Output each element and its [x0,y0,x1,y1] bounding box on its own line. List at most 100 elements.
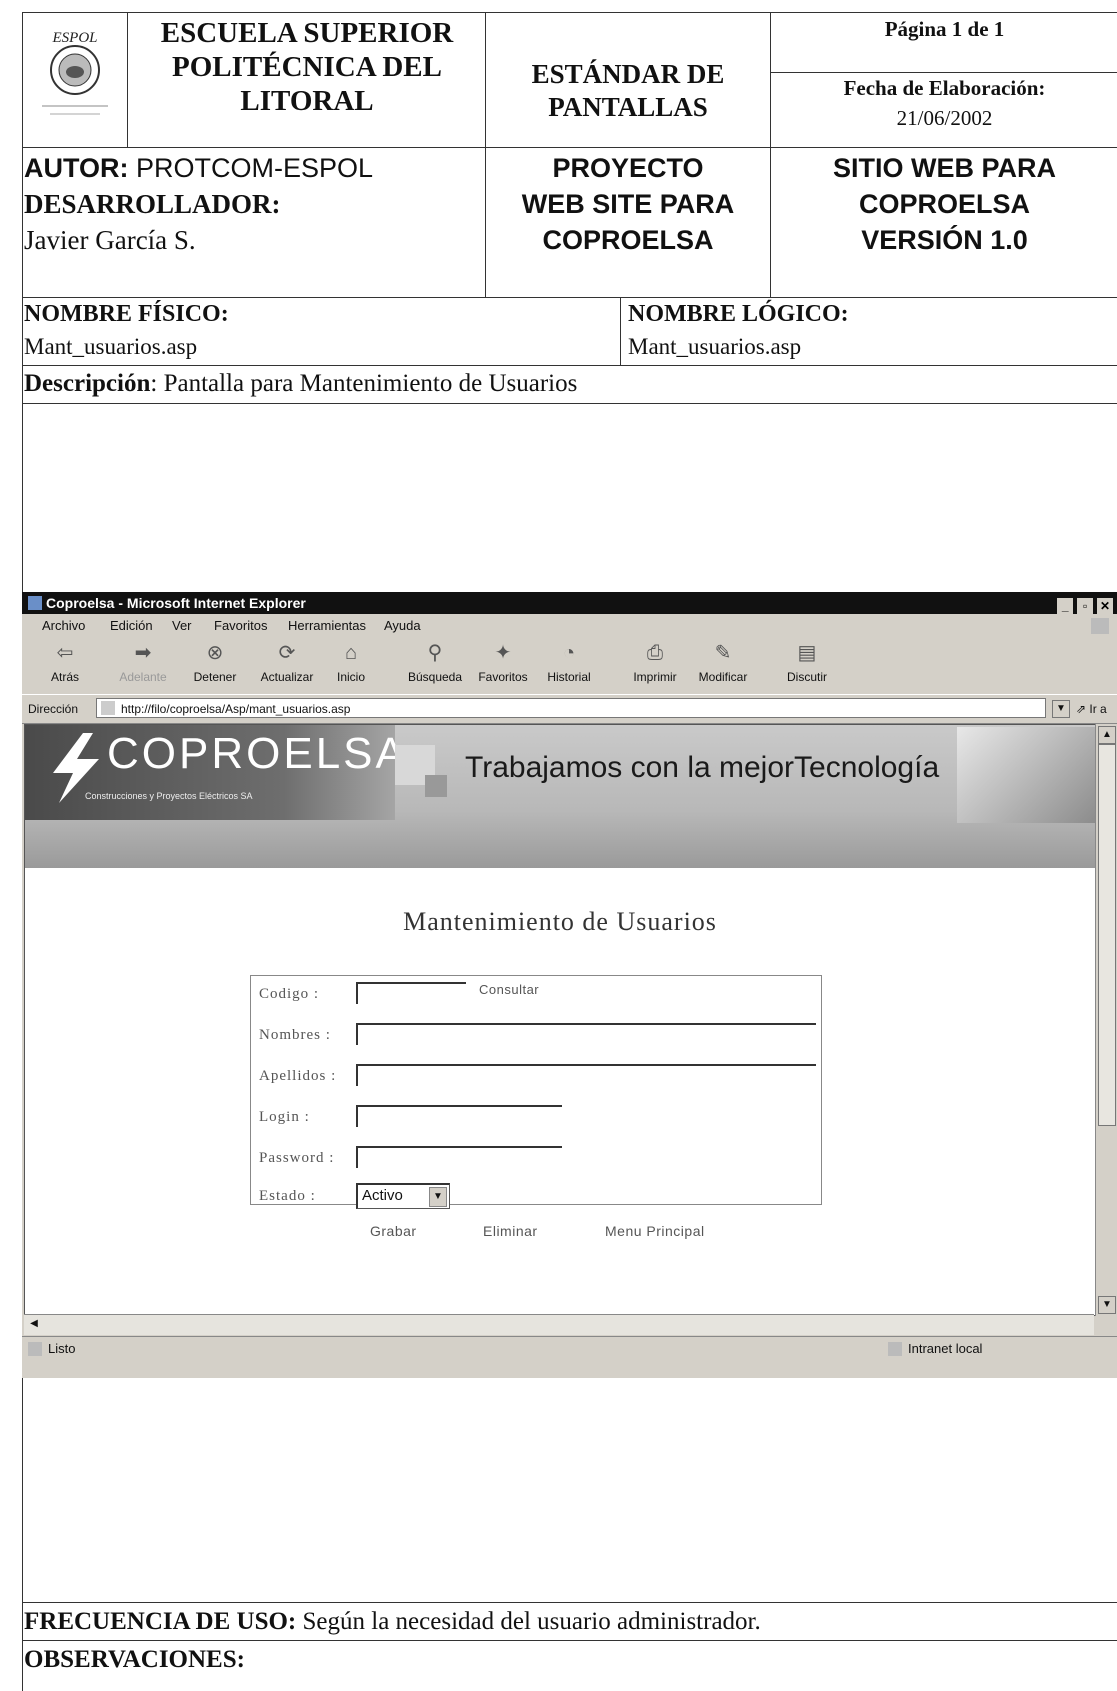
print-button[interactable]: ⎙ Imprimir [622,640,688,684]
site-banner: COPROELSA Construcciones y Proyectos Elé… [25,725,1095,868]
menu-edicion[interactable]: Edición [110,614,153,638]
grid-line [22,403,1117,404]
scroll-thumb[interactable] [1098,744,1116,1126]
back-button[interactable]: ⇦ Atrás [32,640,98,684]
page-number: Página 1 de 1 [884,17,1005,41]
favorites-button[interactable]: ✦ Favoritos [470,640,536,684]
developer-value: Javier García S. [24,225,196,255]
project-name: PROYECTO WEB SITE PARA COPROELSA [488,150,768,258]
observations-label: OBSERVACIONES: [24,1646,245,1673]
search-button[interactable]: ⚲ Búsqueda [402,640,468,684]
page-status-icon [28,1342,42,1356]
menu-herramientas[interactable]: Herramientas [288,614,366,638]
description-value: : Pantalla para Mantenimiento de Usuario… [150,370,578,397]
close-icon[interactable]: ✕ [1097,598,1113,614]
form-title: Mantenimiento de Usuarios [403,907,717,936]
restore-icon[interactable]: ▫ [1077,598,1094,614]
history-button[interactable]: ◔ Historial [536,640,602,684]
vertical-scrollbar[interactable]: ▲ ▼ [1095,724,1116,1316]
logo-text: ESPOL [52,30,98,46]
printer-icon: ⎙ [647,642,663,664]
grid-line [770,72,1117,73]
minimize-icon[interactable]: _ [1057,598,1074,614]
edit-icon: ✎ [714,642,732,664]
browser-title: Coproelsa - Microsoft Internet Explorer [46,595,306,611]
codigo-label: Codigo : [259,986,320,1002]
scroll-down-icon[interactable]: ▼ [1098,1296,1116,1314]
intranet-icon [888,1342,902,1356]
description-label: Descripción [24,370,151,397]
discuss-button[interactable]: ▤ Discutir [774,640,840,684]
institution-name: ESCUELA SUPERIOR POLITÉCNICA DEL LITORAL [130,16,484,118]
status-text: Listo [48,1341,76,1356]
menu-principal-link[interactable]: Menu Principal [605,1223,705,1239]
scroll-left-icon[interactable]: ◀ [26,1316,42,1332]
logical-name-value: Mant_usuarios.asp [628,334,802,359]
grid-line [22,297,1117,298]
site-line: COPROELSA [858,189,1031,219]
site-logo-subtitle: Construcciones y Proyectos Eléctricos SA [85,791,253,801]
grid-line [620,297,621,365]
browser-window: Coproelsa - Microsoft Internet Explorer … [22,592,1117,1378]
grabar-link[interactable]: Grabar [370,1223,417,1239]
address-dropdown-icon[interactable]: ▼ [1052,700,1070,718]
physical-name-label: NOMBRE FÍSICO: [24,301,229,327]
menu-favoritos[interactable]: Favoritos [214,614,267,638]
history-icon: ◔ [562,642,576,664]
stop-button[interactable]: ⊗ Detener [182,640,248,684]
favorites-icon: ✦ [494,642,512,664]
codigo-input[interactable] [356,982,466,1004]
refresh-button[interactable]: ⟳ Actualizar [254,640,320,684]
developer-label: DESARROLLADOR: [24,189,281,219]
password-input[interactable] [356,1146,562,1168]
grid-line [770,12,771,297]
windows-logo-icon [1091,618,1109,634]
site-tagline: Trabajamos con la mejorTecnología [465,751,940,784]
estado-label: Estado : [259,1188,316,1204]
address-bar: Dirección http://filo/coproelsa/Asp/mant… [22,694,1117,724]
institution-line: POLITÉCNICA DEL [172,51,442,83]
discuss-icon: ▤ [797,642,817,664]
search-icon: ⚲ [427,642,443,664]
author-block: AUTOR: PROTCOM-ESPOL DESARROLLADOR: Javi… [24,150,484,258]
login-label: Login : [259,1109,310,1125]
scroll-up-icon[interactable]: ▲ [1098,726,1116,744]
author-value: PROTCOM-ESPOL [128,153,374,183]
horizontal-scrollbar[interactable]: ◀ [24,1314,1094,1335]
edit-button[interactable]: ✎ Modificar [690,640,756,684]
document-type: ESTÁNDAR DE PANTALLAS [488,58,768,124]
go-button[interactable]: ⇗ Ir a [1076,695,1107,723]
usage-frequency: FRECUENCIA DE USO: Según la necesidad de… [24,1608,761,1636]
project-line: PROYECTO [552,153,704,183]
address-input[interactable]: http://filo/coproelsa/Asp/mant_usuarios.… [96,698,1046,718]
physical-name-value: Mant_usuarios.asp [24,334,198,359]
grid-line [22,147,1117,148]
decor-square [425,775,447,797]
menu-ver[interactable]: Ver [172,614,192,638]
home-button[interactable]: ⌂ Inicio [318,640,384,684]
estado-select[interactable]: Activo ▼ [356,1183,450,1209]
consultar-link[interactable]: Consultar [479,982,539,997]
menu-archivo[interactable]: Archivo [42,614,85,638]
toolbar: ⇦ Atrás ➡ Adelante ⊗ Detener ⟳ Actualizar ⌂ I… [22,638,1117,694]
frequency-value: Según la necesidad del usuario administr… [296,1608,761,1635]
password-label: Password : [259,1150,335,1166]
institution-line: LITORAL [240,85,374,117]
date-value: 21/06/2002 [896,106,993,130]
zone-text: Intranet local [908,1341,983,1356]
project-line: COPROELSA [542,225,714,255]
eliminar-link[interactable]: Eliminar [483,1223,538,1239]
forward-button[interactable]: ➡ Adelante [110,640,176,684]
login-input[interactable] [356,1105,562,1127]
status-bar: Listo Intranet local [22,1336,1117,1361]
institution-line: ESCUELA SUPERIOR [160,17,454,49]
ie-icon [28,596,42,610]
back-arrow-icon: ⇦ [56,642,74,664]
nombres-input[interactable] [356,1023,816,1045]
refresh-icon: ⟳ [278,642,296,664]
apellidos-input[interactable] [356,1064,816,1086]
author-label: AUTOR: [24,153,129,183]
menu-ayuda[interactable]: Ayuda [384,614,421,638]
project-line: WEB SITE PARA [521,189,735,219]
document-type-line: PANTALLAS [548,92,708,122]
